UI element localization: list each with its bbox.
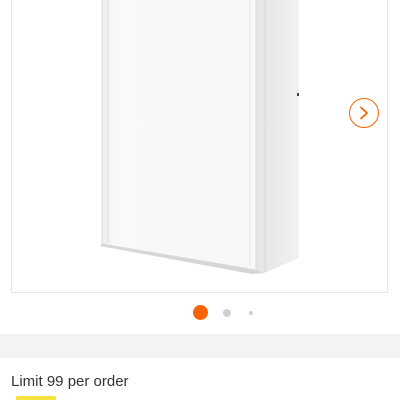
badge-strip: [16, 396, 56, 400]
pagination-dot[interactable]: [249, 311, 253, 315]
next-image-button[interactable]: [349, 98, 379, 128]
section-divider: [0, 334, 400, 358]
chevron-right-icon: [360, 106, 368, 120]
pagination-dot[interactable]: [223, 309, 231, 317]
product-page: Limit 99 per order: [0, 0, 400, 400]
order-limit-text: Limit 99 per order: [11, 373, 129, 390]
product-image-carousel[interactable]: [11, 0, 388, 293]
product-image: [100, 0, 299, 274]
pagination-dot-active[interactable]: [193, 305, 208, 320]
carousel-pagination: [0, 305, 400, 321]
